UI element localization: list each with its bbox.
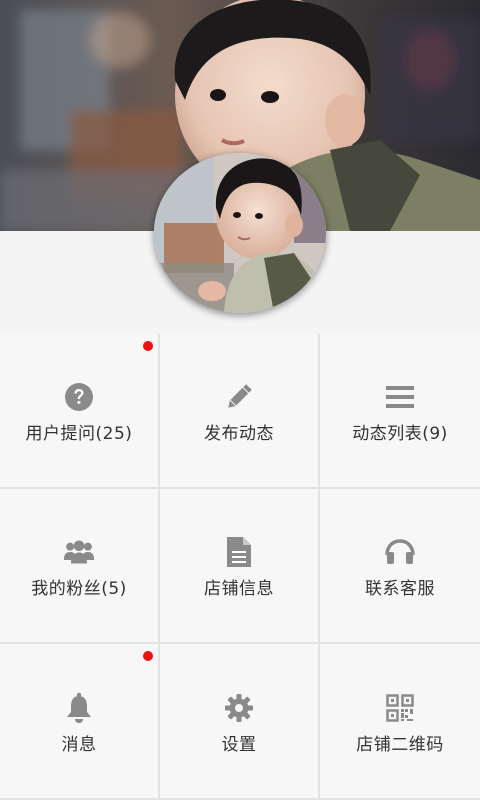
question-circle-icon: [63, 381, 95, 413]
menu-messages[interactable]: 消息: [0, 644, 158, 798]
menu-update-list[interactable]: 动态列表(9): [320, 334, 480, 487]
list-icon: [384, 381, 416, 413]
menu-store-qr-code[interactable]: 店铺二维码: [320, 644, 480, 798]
menu-label: 我的粉丝(5): [31, 579, 127, 599]
document-icon: [223, 536, 255, 568]
menu-label: 店铺二维码: [356, 734, 444, 755]
menu-label: 店铺信息: [204, 579, 274, 599]
avatar[interactable]: [154, 153, 326, 313]
profile-screen: 用户提问(25) 发布动态 动态列表(9) 我的粉丝(5) 店铺信息 联系客服 …: [0, 0, 480, 800]
users-icon: [63, 536, 95, 568]
gear-icon: [223, 692, 255, 724]
qr-code-icon: [384, 692, 416, 724]
menu-label: 用户提问(25): [25, 424, 133, 444]
menu-label: 联系客服: [365, 579, 435, 599]
menu-settings[interactable]: 设置: [160, 644, 318, 798]
menu-label: 设置: [221, 734, 257, 755]
menu-my-fans[interactable]: 我的粉丝(5): [0, 489, 158, 642]
menu-label: 动态列表(9): [352, 424, 448, 444]
menu-contact-support[interactable]: 联系客服: [320, 489, 480, 642]
menu-label: 消息: [61, 734, 97, 755]
notification-dot: [143, 341, 153, 351]
headset-icon: [384, 536, 416, 568]
bell-icon: [63, 692, 95, 724]
menu-label: 发布动态: [204, 424, 274, 444]
menu-post-update[interactable]: 发布动态: [160, 334, 318, 487]
menu-grid: 用户提问(25) 发布动态 动态列表(9) 我的粉丝(5) 店铺信息 联系客服 …: [0, 334, 480, 800]
menu-user-questions[interactable]: 用户提问(25): [0, 334, 158, 487]
notification-dot: [143, 651, 153, 661]
pencil-icon: [223, 381, 255, 413]
menu-store-info[interactable]: 店铺信息: [160, 489, 318, 642]
